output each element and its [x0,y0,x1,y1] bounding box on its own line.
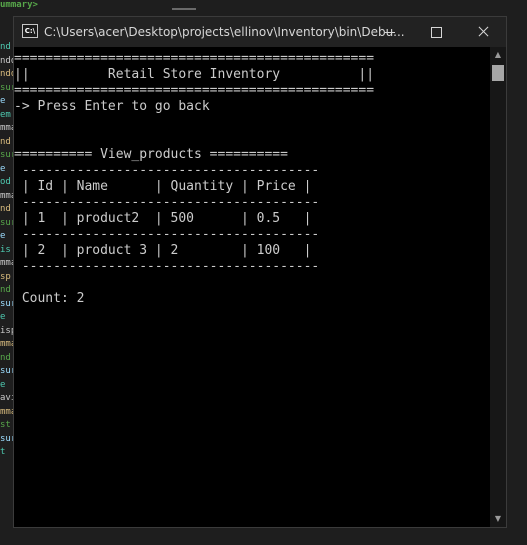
editor-margin-fragment: e [0,312,6,322]
editor-margin-fragment: is [0,244,11,255]
editor-margin-fragment: t [0,447,6,457]
editor-top-text: ummary> [0,0,38,10]
close-button[interactable] [460,17,506,47]
console-output[interactable]: ========================================… [14,47,490,527]
header-title: || Retail Store Inventory || [14,67,375,82]
view-products-heading: ========== View_products ========== [14,147,288,162]
editor-margin-fragment: avi [0,393,14,403]
scroll-down-icon[interactable]: ▼ [490,511,506,527]
editor-margin-fragment: mma [0,258,14,268]
editor-margin-fragment: sur [0,217,14,228]
editor-margin-fragment: nd [0,42,11,52]
editor-tab-indicator [172,0,196,10]
maximize-button[interactable] [413,17,459,47]
window-title: C:\Users\acer\Desktop\projects\ellinov\I… [44,25,405,39]
editor-margin-fragment: sur [0,150,14,160]
go-back-prompt: -> Press Enter to go back [14,99,210,114]
minimize-icon [385,32,395,33]
header-border-bottom: ========================================… [14,83,375,98]
editor-margin-fragment: mma [0,190,14,201]
editor-margin-fragment: sur [0,366,14,376]
vertical-scrollbar[interactable]: ▲ ▼ [490,47,506,527]
minimize-button[interactable] [367,17,413,47]
table-border: -------------------------------------- [14,195,320,210]
editor-margin-fragment: nd [0,285,11,295]
table-border: -------------------------------------- [14,163,320,178]
editor-margin-fragment: nd [0,204,11,214]
editor-margin-fragment: ndd [0,55,14,66]
console-window[interactable]: C:\ C:\Users\acer\Desktop\projects\ellin… [13,16,507,528]
editor-margin-fragment: mma [0,339,14,349]
table-border: -------------------------------------- [14,259,320,274]
editor-margin-fragment: e [0,379,6,390]
header-border-top: ========================================… [14,51,375,66]
editor-margin-fragment: isp [0,325,14,336]
editor-margin-fragment: mma [0,123,14,133]
console-app-icon: C:\ [22,24,38,38]
editor-margin-fragment: sp [0,271,11,282]
editor-margin-fragment: sur [0,433,14,444]
editor-margin-fragment: st [0,420,11,430]
table-header-row: | Id | Name | Quantity | Price | [14,179,312,194]
table-border: -------------------------------------- [14,227,320,242]
scroll-up-icon[interactable]: ▲ [490,47,506,63]
editor-margin-fragment: ndd [0,69,14,79]
editor-margin-fragment: em [0,109,11,120]
editor-margin-fragment: mma [0,406,14,417]
editor-margin-fragment: sur [0,298,14,309]
product-count: Count: 2 [14,291,85,306]
editor-margin-fragment: e [0,163,6,174]
scrollbar-thumb[interactable] [492,65,504,81]
editor-margin-fragment: nd [0,352,11,363]
table-row: | 1 | product2 | 500 | 0.5 | [14,211,312,226]
editor-margin-fragment: sur [0,82,14,93]
table-row: | 2 | product 3 | 2 | 100 | [14,243,312,258]
editor-margin-fragment: od [0,177,11,187]
editor-margin-fragment: e [0,96,6,106]
editor-margin-fragment: nd [0,136,11,147]
window-titlebar[interactable]: C:\ C:\Users\acer\Desktop\projects\ellin… [14,17,506,47]
maximize-icon [431,27,442,38]
editor-margin-fragment: e [0,231,6,241]
